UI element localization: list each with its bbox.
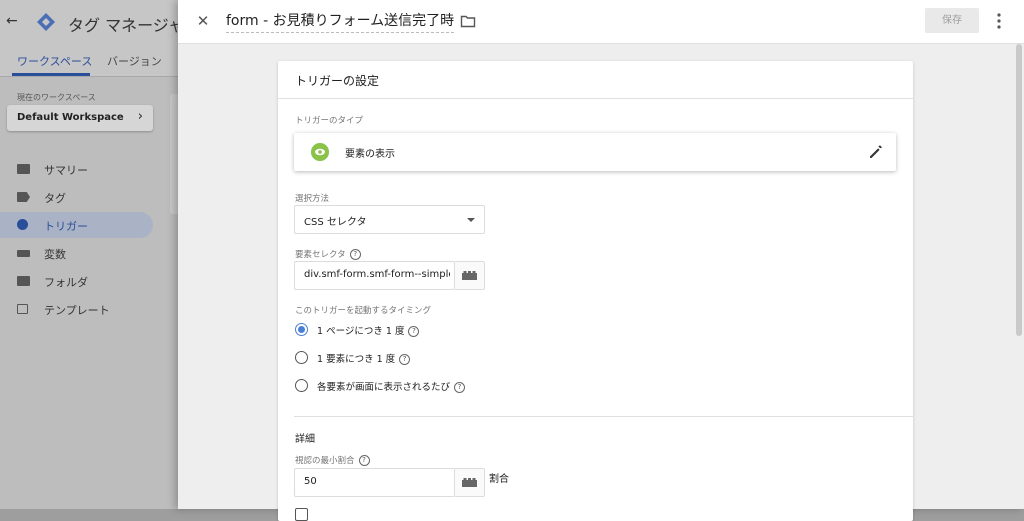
- scrollbar[interactable]: [1016, 44, 1022, 336]
- nav-item-variables[interactable]: 変数: [0, 240, 153, 266]
- nav-item-folders[interactable]: フォルダ: [0, 268, 153, 294]
- nav-item-summary[interactable]: サマリー: [0, 156, 153, 182]
- min-visible-input[interactable]: 50: [294, 468, 455, 497]
- tag-icon: [17, 192, 30, 202]
- element-selector-value: div.smf-form.smf-form--simple-ta: [304, 269, 450, 280]
- briefcase-icon: [17, 164, 30, 174]
- divider: [294, 416, 913, 417]
- panel-header: ✕ form - お見積りフォーム送信完了時 保存: [178, 0, 1024, 44]
- current-workspace-label: 現在のワークスペース: [17, 93, 96, 102]
- trigger-type-selector[interactable]: 要素の表示: [294, 133, 896, 171]
- min-visible-unit: 割合: [489, 474, 509, 485]
- variables-icon: [17, 250, 30, 257]
- workspace-selector[interactable]: Default Workspace ›: [7, 105, 153, 131]
- nav-item-templates[interactable]: テンプレート: [0, 296, 153, 322]
- trigger-icon: [17, 219, 28, 230]
- close-icon[interactable]: ✕: [194, 12, 212, 30]
- nav-item-tags[interactable]: タグ: [0, 184, 153, 210]
- trigger-name-input[interactable]: form - お見積りフォーム送信完了時: [226, 10, 455, 33]
- nav-item-label: フォルダ: [44, 276, 88, 289]
- eye-icon: [311, 143, 329, 161]
- radio-label-text: 各要素が画面に表示されるたび: [317, 382, 451, 393]
- app-header: ← タグ マネージャ: [0, 0, 184, 44]
- trigger-editor-panel: ✕ form - お見積りフォーム送信完了時 保存 トリガーの設定 トリガーのタ…: [178, 0, 1024, 521]
- folder-icon: [17, 276, 30, 286]
- help-icon[interactable]: ?: [349, 249, 361, 260]
- radio-button[interactable]: [295, 351, 308, 364]
- nav-item-label: タグ: [44, 192, 66, 205]
- tab-version[interactable]: バージョン: [107, 53, 162, 69]
- dropdown-arrow-icon: [467, 218, 475, 222]
- trigger-type-value: 要素の表示: [345, 149, 395, 160]
- more-vert-icon[interactable]: [992, 11, 1006, 31]
- timing-label: このトリガーを起動するタイミング: [295, 306, 432, 316]
- folder-icon[interactable]: [460, 14, 476, 28]
- radio-button[interactable]: [295, 379, 308, 392]
- app-title: タグ マネージャ: [68, 16, 184, 35]
- selection-method-select[interactable]: CSS セレクタ: [294, 205, 485, 234]
- details-title: 詳細: [295, 434, 315, 445]
- variable-brick-icon: [462, 478, 477, 487]
- divider: [278, 98, 913, 99]
- nav-item-label: 変数: [44, 248, 66, 261]
- help-icon[interactable]: ?: [408, 326, 420, 337]
- back-arrow-icon[interactable]: ←: [6, 13, 18, 29]
- variable-brick-icon: [462, 271, 477, 280]
- radio-label: 1 要素につき 1 度?: [317, 351, 411, 365]
- background-card-edge: [170, 94, 178, 214]
- nav-item-label: トリガー: [44, 220, 88, 233]
- pencil-icon[interactable]: [868, 144, 884, 160]
- active-tab-indicator: [12, 73, 90, 76]
- selection-method-label: 選択方法: [295, 194, 330, 204]
- checkbox[interactable]: [295, 508, 308, 521]
- radio-label-text: 1 ページにつき 1 度: [317, 326, 405, 337]
- save-button[interactable]: 保存: [925, 8, 979, 33]
- radio-label: 1 ページにつき 1 度?: [317, 323, 420, 337]
- tab-workspace[interactable]: ワークスペース: [17, 53, 92, 69]
- min-visible-value: 50: [304, 476, 317, 487]
- element-selector-label: 要素セレクタ?: [295, 248, 361, 260]
- variable-picker-button[interactable]: [455, 261, 485, 290]
- help-icon[interactable]: ?: [399, 354, 411, 365]
- workspace-name: Default Workspace: [17, 112, 124, 123]
- min-visible-label-text: 視認の最小割合: [295, 456, 355, 466]
- help-icon[interactable]: ?: [454, 382, 466, 393]
- min-visible-label: 視認の最小割合?: [295, 454, 370, 466]
- radio-label-text: 1 要素につき 1 度: [317, 354, 396, 365]
- trigger-config-card: トリガーの設定 トリガーのタイプ 要素の表示 選択方法 CSS セレクタ 要素セ…: [278, 61, 913, 521]
- chevron-right-icon: ›: [137, 109, 143, 124]
- template-icon: [17, 304, 28, 314]
- element-selector-label-text: 要素セレクタ: [295, 250, 346, 260]
- nav-item-label: サマリー: [44, 164, 88, 177]
- nav-item-triggers[interactable]: トリガー: [0, 212, 153, 238]
- trigger-type-label: トリガーのタイプ: [295, 116, 364, 126]
- help-icon[interactable]: ?: [358, 455, 370, 466]
- radio-label: 各要素が画面に表示されるたび?: [317, 379, 466, 393]
- card-title: トリガーの設定: [295, 74, 380, 88]
- element-selector-input[interactable]: div.smf-form.smf-form--simple-ta: [294, 261, 455, 290]
- selection-method-value: CSS セレクタ: [304, 217, 367, 228]
- radio-button[interactable]: [295, 323, 308, 336]
- tag-manager-logo-icon: [37, 13, 55, 31]
- nav-item-label: テンプレート: [44, 304, 110, 317]
- variable-picker-button[interactable]: [455, 468, 485, 497]
